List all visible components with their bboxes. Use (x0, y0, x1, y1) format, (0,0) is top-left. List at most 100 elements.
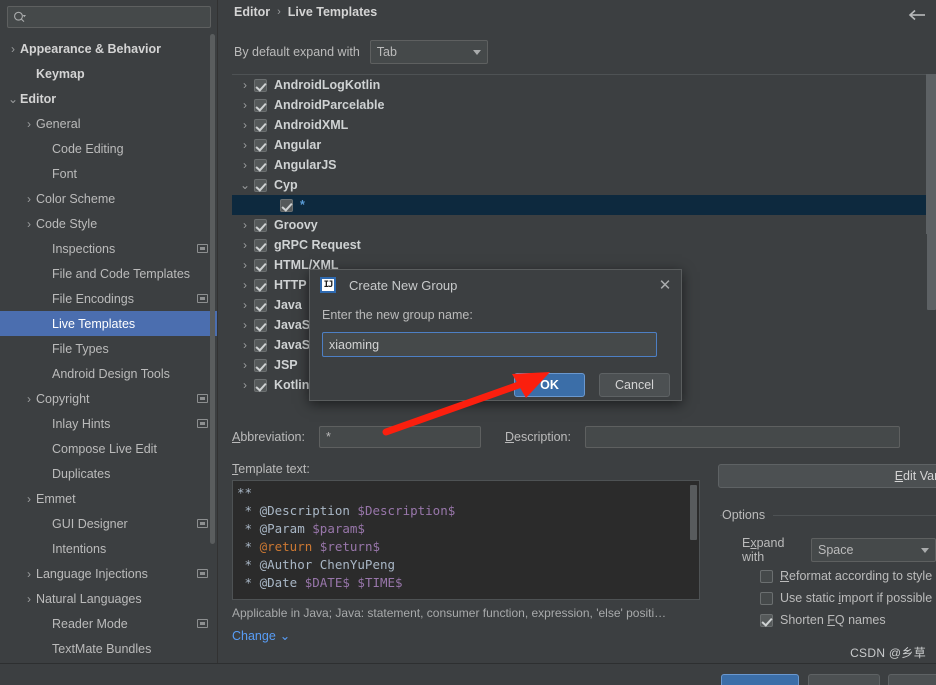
sidebar-item-duplicates[interactable]: Duplicates (0, 461, 218, 486)
sidebar-item-inlay-hints[interactable]: Inlay Hints (0, 411, 218, 436)
template-enabled-checkbox[interactable] (254, 158, 267, 172)
chevron-right-icon[interactable]: › (236, 298, 254, 312)
close-icon[interactable]: ✕ (657, 277, 673, 294)
chevron-right-icon[interactable]: › (236, 378, 254, 392)
chevron-right-icon[interactable]: › (236, 118, 254, 132)
chevron-right-icon[interactable]: › (22, 217, 36, 231)
shorten-fq-checkbox[interactable] (760, 613, 773, 627)
sidebar-item-intentions[interactable]: Intentions (0, 536, 218, 561)
sidebar-item-editor[interactable]: ⌄ Editor (0, 86, 218, 111)
reformat-checkbox[interactable] (760, 569, 773, 583)
sidebar-item-compose-live-edit[interactable]: Compose Live Edit (0, 436, 218, 461)
template-enabled-checkbox[interactable] (254, 118, 267, 132)
option-shorten-fq-row[interactable]: Shorten FQ names (760, 613, 886, 627)
static-import-checkbox[interactable] (760, 591, 773, 605)
template-enabled-checkbox[interactable] (254, 318, 267, 332)
template-enabled-checkbox[interactable] (254, 138, 267, 152)
chevron-right-icon[interactable]: › (22, 492, 36, 506)
template-group-row[interactable]: › Angular (232, 135, 936, 155)
back-arrow-icon[interactable] (906, 5, 928, 25)
footer-apply-button[interactable] (888, 674, 936, 685)
chevron-right-icon[interactable]: › (236, 278, 254, 292)
sidebar-item-color-scheme[interactable]: › Color Scheme (0, 186, 218, 211)
chevron-right-icon[interactable]: › (6, 42, 20, 56)
template-enabled-checkbox[interactable] (280, 198, 293, 212)
option-static-import-row[interactable]: Use static import if possible (760, 591, 932, 605)
chevron-right-icon[interactable]: › (236, 358, 254, 372)
template-enabled-checkbox[interactable] (254, 378, 267, 392)
sidebar-item-reader-mode[interactable]: Reader Mode (0, 611, 218, 636)
template-text-editor[interactable]: ** * @Description $Description$ * @Param… (232, 480, 700, 600)
sidebar-item-file-encodings[interactable]: File Encodings (0, 286, 218, 311)
option-reformat-row[interactable]: Reformat according to style (760, 569, 932, 583)
chevron-right-icon[interactable]: › (22, 117, 36, 131)
template-group-row[interactable]: * (232, 195, 936, 215)
chevron-right-icon[interactable]: › (22, 192, 36, 206)
sidebar-item-android-design-tools[interactable]: Android Design Tools (0, 361, 218, 386)
sidebar-item-code-editing[interactable]: Code Editing (0, 136, 218, 161)
template-group-row[interactable]: › AndroidLogKotlin (232, 75, 936, 95)
footer-ok-button[interactable] (721, 674, 799, 685)
edit-variables-button[interactable]: Edit Variables... (718, 464, 936, 488)
template-enabled-checkbox[interactable] (254, 98, 267, 112)
template-enabled-checkbox[interactable] (254, 298, 267, 312)
description-input[interactable] (584, 426, 900, 448)
sidebar-item-code-style[interactable]: › Code Style (0, 211, 218, 236)
templates-list-scrollbar[interactable] (927, 230, 936, 310)
sidebar-item-general[interactable]: › General (0, 111, 218, 136)
sidebar-item-gui-designer[interactable]: GUI Designer (0, 511, 218, 536)
chevron-right-icon[interactable]: › (236, 318, 254, 332)
sidebar-scrollbar[interactable] (210, 34, 215, 544)
footer-cancel-button[interactable] (808, 674, 880, 685)
sidebar-item-file-and-code-templates[interactable]: File and Code Templates (0, 261, 218, 286)
template-group-row[interactable]: › gRPC Request (232, 235, 936, 255)
chevron-down-icon[interactable]: ⌄ (236, 178, 254, 192)
sidebar-item-inspections[interactable]: Inspections (0, 236, 218, 261)
expand-with-select[interactable]: Space (810, 538, 936, 562)
sidebar-item-keymap[interactable]: Keymap (0, 61, 218, 86)
chevron-right-icon[interactable]: › (236, 158, 254, 172)
chevron-down-icon[interactable]: ⌄ (6, 92, 20, 106)
template-enabled-checkbox[interactable] (254, 238, 267, 252)
sidebar-item-file-types[interactable]: File Types (0, 336, 218, 361)
abbreviation-input[interactable]: * (318, 426, 481, 448)
template-enabled-checkbox[interactable] (254, 78, 267, 92)
sidebar-item-emmet[interactable]: › Emmet (0, 486, 218, 511)
chevron-right-icon[interactable]: › (22, 567, 36, 581)
change-context-link[interactable]: Change ⌄ (232, 628, 290, 644)
template-enabled-checkbox[interactable] (254, 258, 267, 272)
chevron-right-icon[interactable]: › (236, 218, 254, 232)
cancel-button[interactable]: Cancel (599, 373, 670, 397)
chevron-right-icon[interactable]: › (236, 258, 254, 272)
chevron-right-icon[interactable]: › (236, 238, 254, 252)
chevron-right-icon[interactable]: › (236, 138, 254, 152)
default-expand-select[interactable]: Tab (369, 40, 488, 64)
search-box[interactable] (7, 6, 211, 28)
template-enabled-checkbox[interactable] (254, 178, 267, 192)
chevron-right-icon[interactable]: › (22, 392, 36, 406)
template-group-row[interactable]: ⌄ Cyp (232, 175, 936, 195)
template-enabled-checkbox[interactable] (254, 338, 267, 352)
template-enabled-checkbox[interactable] (254, 358, 267, 372)
main-panel-scrollbar[interactable] (926, 74, 936, 234)
template-text-scrollbar[interactable] (690, 485, 697, 540)
template-group-row[interactable]: › AndroidParcelable (232, 95, 936, 115)
sidebar-item-natural-languages[interactable]: › Natural Languages (0, 586, 218, 611)
chevron-right-icon[interactable]: › (236, 78, 254, 92)
chevron-right-icon[interactable]: › (22, 592, 36, 606)
template-group-row[interactable]: › Groovy (232, 215, 936, 235)
template-group-row[interactable]: › AndroidXML (232, 115, 936, 135)
chevron-right-icon[interactable]: › (236, 338, 254, 352)
template-enabled-checkbox[interactable] (254, 278, 267, 292)
chevron-right-icon[interactable]: › (236, 98, 254, 112)
sidebar-item-appearance-behavior[interactable]: › Appearance & Behavior (0, 36, 218, 61)
group-name-input[interactable] (322, 332, 657, 357)
template-enabled-checkbox[interactable] (254, 218, 267, 232)
sidebar-item-language-injections[interactable]: › Language Injections (0, 561, 218, 586)
sidebar-item-copyright[interactable]: › Copyright (0, 386, 218, 411)
breadcrumb-parent[interactable]: Editor (234, 5, 270, 19)
sidebar-item-font[interactable]: Font (0, 161, 218, 186)
sidebar-item-live-templates[interactable]: Live Templates (0, 311, 218, 336)
ok-button[interactable]: OK (514, 373, 585, 397)
search-input[interactable] (26, 9, 205, 25)
